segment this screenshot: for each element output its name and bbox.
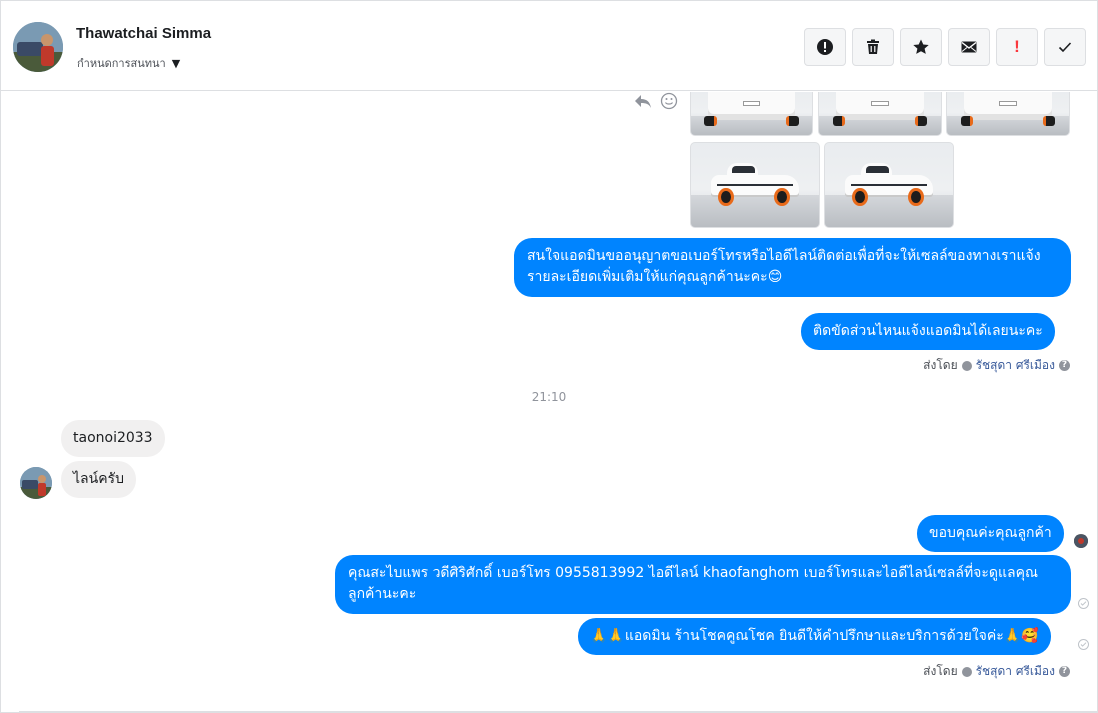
star-button[interactable] [900,28,942,66]
conversation-toolbar: ! [804,28,1086,66]
outgoing-message-bubble[interactable]: ขอบคุณค่ะคุณลูกค้า [917,515,1064,552]
flag-button[interactable]: ! [996,28,1038,66]
incoming-message-row: ไลน์ครับ [61,461,136,498]
sent-by-agent[interactable]: รัชสุดา ศรีเมือง [976,662,1055,681]
outgoing-message-row: ขอบคุณค่ะคุณลูกค้า [917,515,1064,552]
sent-by-agent[interactable]: รัชสุดา ศรีเมือง [976,356,1055,375]
message-thread[interactable]: สนใจแอดมินขออนุญาตขอเบอร์โทรหรือไอดีไลน์… [1,92,1097,712]
composer-divider [19,711,1097,712]
trash-icon [867,39,879,54]
caret-down-icon: ▼ [171,56,181,70]
outgoing-message-row: 🙏🙏แอดมิน ร้านโชคคูณโชค ยินดีให้คำปรึกษาแ… [578,618,1051,655]
help-icon[interactable]: ? [1059,360,1070,371]
sent-by-prefix: ส่งโดย [923,358,958,372]
outgoing-message-bubble[interactable]: ติดขัดส่วนไหนแจ้งแอดมินได้เลยนะคะ [801,313,1055,350]
truck-photo[interactable] [818,92,942,136]
reply-icon[interactable] [633,92,653,110]
truck-photo[interactable] [824,142,954,228]
sent-by-prefix: ส่งโดย [923,664,958,678]
assign-conversation-dropdown[interactable]: กำหนดการสนทนา ▼ [77,54,180,72]
inbox-conversation-panel: Thawatchai Simma กำหนดการสนทนา ▼ ! สนใจแ… [0,0,1098,713]
conversation-header: Thawatchai Simma กำหนดการสนทนา ▼ ! [1,1,1097,91]
outgoing-message-row: ติดขัดส่วนไหนแจ้งแอดมินได้เลยนะคะ [801,313,1055,350]
envelope-icon [961,41,977,53]
truck-photo[interactable] [946,92,1070,136]
agent-avatar-icon [961,360,972,371]
alert-circle-icon [817,39,833,55]
agent-avatar-icon [961,666,972,677]
outgoing-message-row: สนใจแอดมินขออนุญาตขอเบอร์โทรหรือไอดีไลน์… [514,238,1071,297]
delivered-check-icon [1078,598,1089,609]
assign-conversation-label: กำหนดการสนทนา [77,57,166,70]
contact-avatar-small[interactable] [20,467,52,499]
emoji-react-icon[interactable] [659,92,679,110]
mark-unread-button[interactable] [948,28,990,66]
checkmark-icon [1058,42,1072,53]
outgoing-message-bubble[interactable]: คุณสะไบแพร วดีศิริศักดิ์ เบอร์โทร 095581… [335,555,1071,614]
truck-photo[interactable] [690,142,820,228]
outgoing-message-bubble[interactable]: สนใจแอดมินขออนุญาตขอเบอร์โทรหรือไอดีไลน์… [514,238,1071,297]
incoming-message-bubble[interactable]: taonoi2033 [61,420,165,457]
truck-photo[interactable] [690,92,813,136]
exclamation-icon: ! [1014,37,1020,56]
sent-by-indicator: ส่งโดย รัชสุดา ศรีเมือง ? [923,662,1070,681]
mark-done-button[interactable] [1044,28,1086,66]
delivered-check-icon [1078,639,1089,650]
outgoing-message-row: คุณสะไบแพร วดีศิริศักดิ์ เบอร์โทร 095581… [335,555,1071,614]
incoming-message-bubble[interactable]: ไลน์ครับ [61,461,136,498]
delete-button[interactable] [852,28,894,66]
spam-button[interactable] [804,28,846,66]
message-timestamp: 21:10 [531,390,567,404]
outgoing-message-bubble[interactable]: 🙏🙏แอดมิน ร้านโชคคูณโชค ยินดีให้คำปรึกษาแ… [578,618,1051,655]
contact-avatar[interactable] [13,22,63,72]
star-icon [913,39,929,54]
message-actions [633,92,679,110]
help-icon[interactable]: ? [1059,666,1070,677]
contact-name[interactable]: Thawatchai Simma [76,25,211,42]
incoming-message-row: taonoi2033 [61,420,165,457]
seen-by-avatar [1074,534,1088,548]
sent-by-indicator: ส่งโดย รัชสุดา ศรีเมือง ? [923,356,1070,375]
